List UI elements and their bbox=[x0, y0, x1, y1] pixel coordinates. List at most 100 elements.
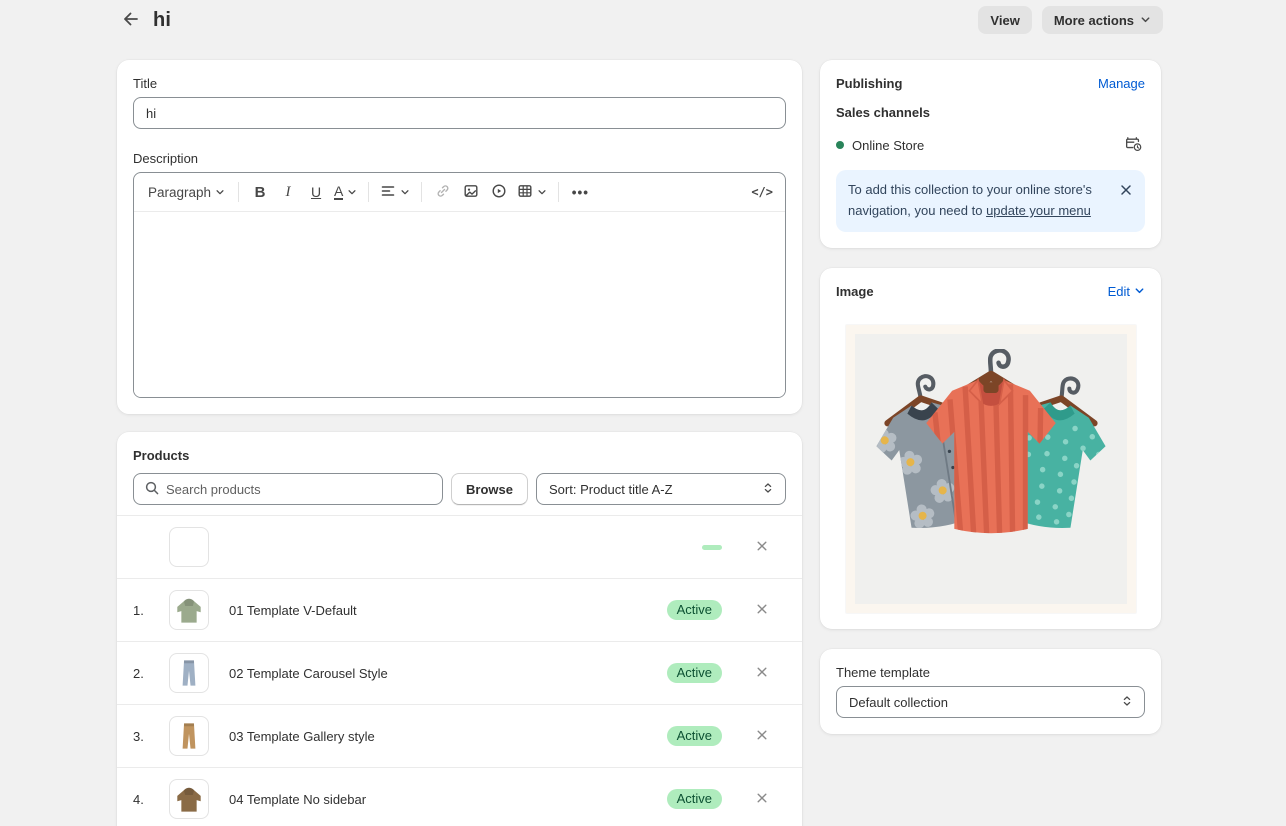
close-icon bbox=[755, 539, 769, 556]
italic-button[interactable]: I bbox=[274, 178, 302, 206]
code-icon: </> bbox=[751, 185, 773, 199]
more-dots-icon: ••• bbox=[572, 185, 589, 200]
channel-status-dot bbox=[836, 141, 844, 149]
update-menu-link[interactable]: update your menu bbox=[986, 203, 1091, 218]
view-button[interactable]: View bbox=[978, 6, 1031, 34]
status-badge bbox=[702, 545, 722, 550]
status-badge: Active bbox=[667, 663, 722, 683]
more-actions-button[interactable]: More actions bbox=[1042, 6, 1163, 34]
collection-image[interactable] bbox=[846, 325, 1136, 613]
product-name: 01 Template V-Default bbox=[229, 603, 667, 618]
title-description-card: Title Description Paragraph B I U bbox=[117, 60, 802, 414]
remove-product-button[interactable] bbox=[748, 659, 776, 687]
calendar-clock-icon bbox=[1124, 134, 1143, 156]
remove-product-button[interactable] bbox=[748, 533, 776, 561]
theme-template-card: Theme template Default collection bbox=[820, 649, 1161, 734]
updown-caret-icon bbox=[761, 481, 775, 498]
chevron-down-icon bbox=[1134, 284, 1145, 299]
product-thumb-icon bbox=[169, 527, 209, 567]
close-icon bbox=[1119, 183, 1133, 200]
product-row: 1. 01 Template V-Default Active bbox=[117, 578, 802, 641]
page-header: hi View More actions bbox=[0, 0, 1286, 36]
product-thumb-icon bbox=[169, 590, 209, 630]
edit-image-link[interactable]: Edit bbox=[1108, 284, 1145, 299]
status-badge: Active bbox=[667, 600, 722, 620]
product-row: 3. 03 Template Gallery style Active bbox=[117, 704, 802, 767]
sales-channel-row: Online Store bbox=[836, 132, 1145, 158]
underline-icon: U bbox=[311, 184, 321, 200]
theme-template-select[interactable]: Default collection bbox=[836, 686, 1145, 718]
view-button-label: View bbox=[990, 13, 1019, 28]
products-controls: Browse Sort: Product title A-Z bbox=[133, 473, 786, 505]
product-row: 2. 02 Template Carousel Style Active bbox=[117, 641, 802, 704]
navigation-info-banner: To add this collection to your online st… bbox=[836, 170, 1145, 232]
bold-icon: B bbox=[255, 184, 266, 201]
chevron-down-icon bbox=[215, 185, 225, 200]
table-button[interactable] bbox=[513, 178, 551, 206]
image-icon bbox=[463, 183, 479, 202]
close-icon bbox=[755, 665, 769, 682]
search-products-input[interactable] bbox=[166, 482, 432, 497]
code-view-button[interactable]: </> bbox=[747, 178, 777, 206]
format-dropdown[interactable]: Paragraph bbox=[142, 178, 231, 206]
row-index: 4. bbox=[133, 792, 155, 807]
product-name: 04 Template No sidebar bbox=[229, 792, 667, 807]
chevron-down-icon bbox=[537, 185, 547, 200]
banner-text: To add this collection to your online st… bbox=[848, 179, 1111, 221]
more-tools-button[interactable]: ••• bbox=[566, 178, 594, 206]
insert-video-button[interactable] bbox=[485, 178, 513, 206]
shirts-illustration bbox=[855, 334, 1127, 604]
toolbar-divider bbox=[558, 182, 559, 202]
video-play-icon bbox=[491, 183, 507, 202]
product-thumb-icon bbox=[169, 653, 209, 693]
product-search[interactable] bbox=[133, 473, 443, 505]
row-index: 1. bbox=[133, 603, 155, 618]
manage-link[interactable]: Manage bbox=[1098, 76, 1145, 91]
products-card: Products Browse Sort: Product title A-Z bbox=[117, 432, 802, 826]
row-index: 3. bbox=[133, 729, 155, 744]
italic-icon: I bbox=[286, 184, 291, 201]
edit-link-label: Edit bbox=[1108, 284, 1130, 299]
image-heading: Image bbox=[836, 284, 874, 299]
back-button[interactable] bbox=[117, 6, 145, 34]
arrow-left-icon bbox=[121, 9, 141, 32]
browse-button[interactable]: Browse bbox=[451, 473, 528, 505]
table-icon bbox=[517, 183, 533, 202]
product-row bbox=[117, 515, 802, 578]
more-actions-label: More actions bbox=[1054, 13, 1134, 28]
sort-select-value: Sort: Product title A-Z bbox=[549, 482, 753, 497]
schedule-publish-button[interactable] bbox=[1122, 132, 1145, 158]
text-color-icon: A bbox=[334, 185, 343, 200]
publishing-card: Publishing Manage Sales channels Online … bbox=[820, 60, 1161, 248]
remove-product-button[interactable] bbox=[748, 722, 776, 750]
editor-toolbar: Paragraph B I U A bbox=[134, 173, 785, 212]
remove-product-button[interactable] bbox=[748, 596, 776, 624]
product-thumb-icon bbox=[169, 779, 209, 819]
chevron-down-icon bbox=[1140, 13, 1151, 28]
bold-button[interactable]: B bbox=[246, 178, 274, 206]
remove-product-button[interactable] bbox=[748, 785, 776, 813]
title-label: Title bbox=[133, 76, 786, 91]
toolbar-divider bbox=[421, 182, 422, 202]
rich-text-editor: Paragraph B I U A bbox=[133, 172, 786, 398]
banner-close-button[interactable] bbox=[1117, 181, 1135, 202]
row-index: 2. bbox=[133, 666, 155, 681]
description-label: Description bbox=[133, 151, 786, 166]
link-button[interactable] bbox=[429, 178, 457, 206]
toolbar-divider bbox=[238, 182, 239, 202]
product-list: 1. 01 Template V-Default Active 2. bbox=[117, 515, 802, 826]
alignment-button[interactable] bbox=[376, 178, 414, 206]
products-heading: Products bbox=[133, 448, 786, 463]
browse-button-label: Browse bbox=[466, 482, 513, 497]
underline-button[interactable]: U bbox=[302, 178, 330, 206]
text-color-button[interactable]: A bbox=[330, 178, 361, 206]
title-input[interactable] bbox=[133, 97, 786, 129]
updown-caret-icon bbox=[1120, 694, 1134, 711]
align-left-icon bbox=[380, 183, 396, 202]
insert-image-button[interactable] bbox=[457, 178, 485, 206]
product-name: 02 Template Carousel Style bbox=[229, 666, 667, 681]
sort-select[interactable]: Sort: Product title A-Z bbox=[536, 473, 786, 505]
description-textarea[interactable] bbox=[134, 212, 785, 397]
page-title: hi bbox=[153, 9, 171, 32]
status-badge: Active bbox=[667, 726, 722, 746]
